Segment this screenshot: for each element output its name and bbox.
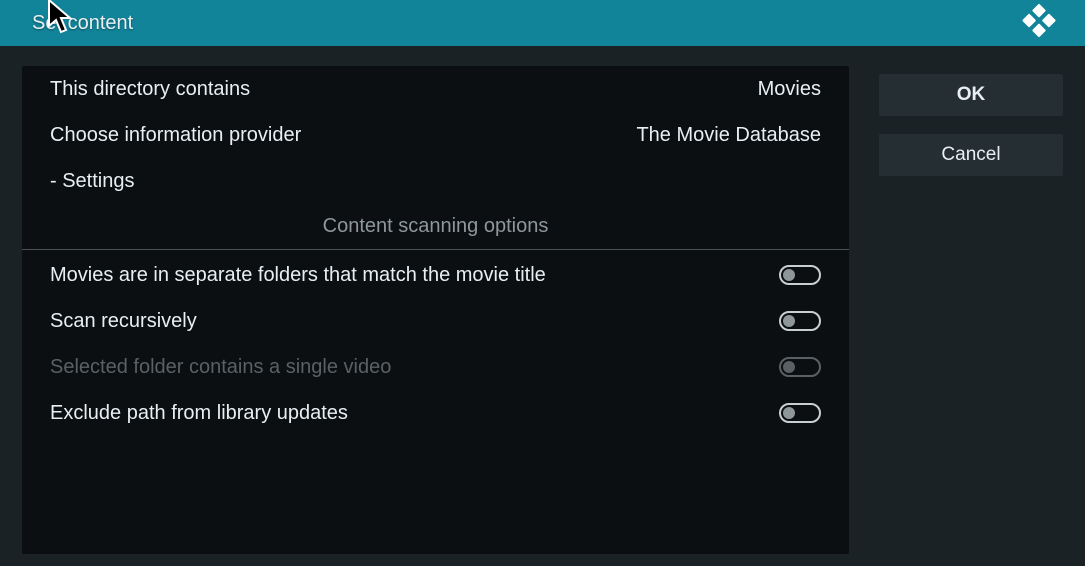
option-exclude-path[interactable]: Exclude path from library updates [22,390,849,436]
toggle-switch[interactable] [779,311,821,331]
row-label: - Settings [50,170,134,193]
option-scan-recursively[interactable]: Scan recursively [22,298,849,344]
row-info-provider[interactable]: Choose information provider The Movie Da… [22,112,849,158]
option-separate-folders[interactable]: Movies are in separate folders that matc… [22,252,849,298]
option-label: Selected folder contains a single video [50,356,391,379]
action-panel: OK Cancel [879,66,1063,554]
row-label: This directory contains [50,78,250,101]
toggle-switch[interactable] [779,403,821,423]
cancel-button[interactable]: Cancel [879,134,1063,176]
row-directory-contains[interactable]: This directory contains Movies [22,66,849,112]
row-provider-settings[interactable]: - Settings [22,158,849,204]
toggle-switch[interactable] [779,265,821,285]
row-value: The Movie Database [636,124,821,147]
row-value: Movies [758,78,821,101]
kodi-logo-icon [1021,3,1057,44]
option-single-video: Selected folder contains a single video [22,344,849,390]
settings-panel: This directory contains Movies Choose in… [22,66,849,554]
dialog-header: Set content [0,0,1085,46]
section-title: Content scanning options [323,215,549,238]
button-label: Cancel [941,144,1000,166]
option-label: Exclude path from library updates [50,402,348,425]
toggle-switch [779,357,821,377]
option-label: Movies are in separate folders that matc… [50,264,546,287]
section-header-scanning: Content scanning options [22,204,849,250]
ok-button[interactable]: OK [879,74,1063,116]
row-label: Choose information provider [50,124,301,147]
dialog-title: Set content [32,12,133,35]
button-label: OK [957,84,986,106]
option-label: Scan recursively [50,310,197,333]
